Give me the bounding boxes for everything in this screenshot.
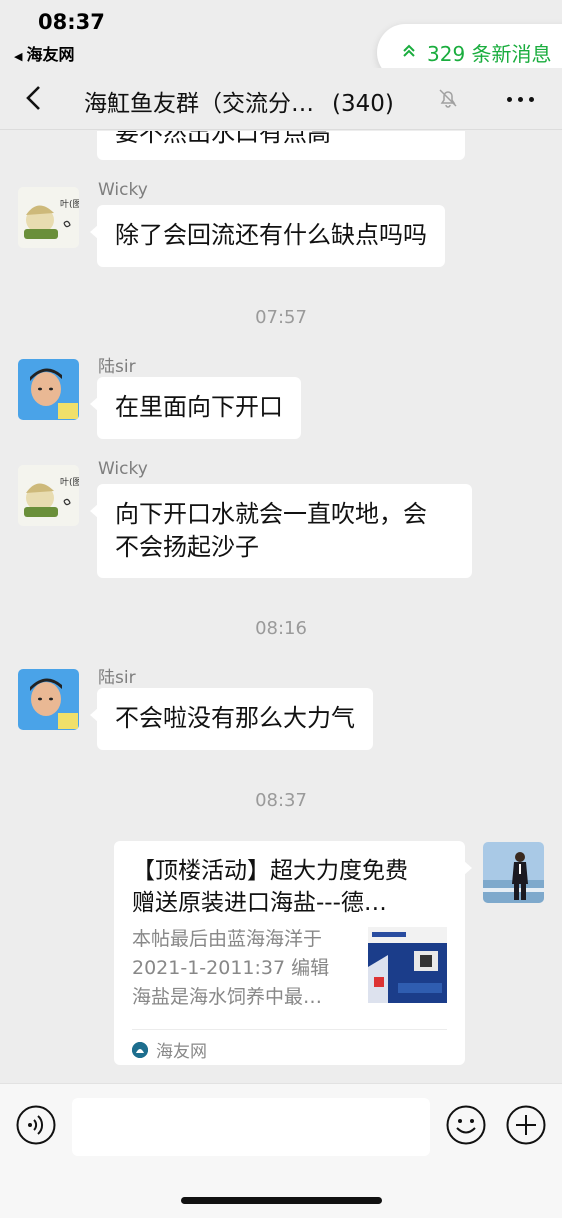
avatar[interactable] [18,669,79,730]
sender-name: 陆sir [98,357,136,377]
link-card-desc-line: 海盐是海水饲养中最… [132,986,323,1008]
back-app-label: 海友网 [26,45,75,64]
link-card-desc-line: 本帖最后由蓝海海洋于 [132,928,323,950]
emoji-button[interactable] [446,1105,486,1145]
link-card-description: 本帖最后由蓝海海洋于 2021-1-2011:37 编辑 海盐是海水饲养中最… [132,925,357,1012]
voice-icon [16,1105,56,1145]
sender-name: Wicky [98,180,148,200]
plus-icon [506,1105,546,1145]
message-input[interactable] [72,1098,430,1156]
timestamp: 07:57 [255,307,307,328]
link-card-thumbnail [368,927,447,1003]
link-card-title-line: 【顶楼活动】超大力度免费 [132,858,408,884]
message-text: 要不然出水口有点高 [115,131,331,147]
back-button[interactable] [24,85,42,111]
message-text-line: 向下开口水就会一直吹地，会 [115,500,427,528]
svg-text:叶(图): 叶(图) [60,477,79,488]
my-avatar[interactable] [483,842,544,903]
group-name: 海魟鱼友群（交流分… [84,91,314,117]
status-time: 08:37 [38,10,105,34]
link-card[interactable]: 【顶楼活动】超大力度免费 赠送原装进口海盐---德… 本帖最后由蓝海海洋于 20… [114,841,472,1065]
voice-button[interactable] [16,1105,56,1145]
message-bubble[interactable]: 不会啦没有那么大力气 [90,688,373,750]
avatar[interactable]: 叶(图) [18,465,79,526]
chevron-left-icon [26,86,40,110]
message-bubble[interactable]: 在里面向下开口 [90,377,301,439]
message-text-line: 不会扬起沙子 [115,533,259,561]
link-card-title: 【顶楼活动】超大力度免费 赠送原装进口海盐---德… [132,855,450,919]
nav-bar: 海魟鱼友群（交流分… (340) [0,68,562,130]
sender-name: 陆sir [98,668,136,688]
emoji-icon [446,1105,486,1145]
double-chevron-up-icon [401,43,417,63]
link-card-source: 海友网 [156,1042,207,1062]
home-indicator[interactable] [181,1197,382,1204]
chat-title: 海魟鱼友群（交流分… (340) [84,84,394,118]
plus-button[interactable] [506,1105,546,1145]
timestamp: 08:16 [255,618,307,639]
timestamp: 08:37 [255,790,307,811]
link-card-footer: 海友网 [132,1029,447,1062]
message-text: 不会啦没有那么大力气 [115,704,355,732]
avatar[interactable] [18,359,79,420]
message-text: 在里面向下开口 [115,393,283,421]
bell-slash-icon [437,87,459,109]
sender-name: Wicky [98,459,148,479]
new-messages-label: 329 条新消息 [427,42,552,66]
member-count: (340) [332,91,394,117]
message-text: 除了会回流还有什么缺点吗吗 [115,221,427,249]
more-dots-icon[interactable] [507,97,534,102]
haiyouwang-logo-icon [132,1041,148,1058]
message-bubble[interactable]: 要不然出水口有点高 [97,131,465,160]
svg-text:叶(图): 叶(图) [60,199,79,210]
link-card-title-line: 赠送原装进口海盐---德… [132,890,387,916]
status-back-app[interactable]: ◀ 海友网 [14,41,74,65]
message-bubble[interactable]: 向下开口水就会一直吹地，会 不会扬起沙子 [90,484,472,578]
message-bubble[interactable]: 除了会回流还有什么缺点吗吗 [90,205,445,267]
back-triangle-icon: ◀ [14,50,23,63]
chat-area[interactable]: 要不然出水口有点高 叶(图) Wicky 除了会回流还有什么缺点吗吗 07:57… [0,131,562,1083]
link-card-desc-line: 2021-1-2011:37 编辑 [132,957,330,979]
avatar[interactable]: 叶(图) [18,187,79,248]
